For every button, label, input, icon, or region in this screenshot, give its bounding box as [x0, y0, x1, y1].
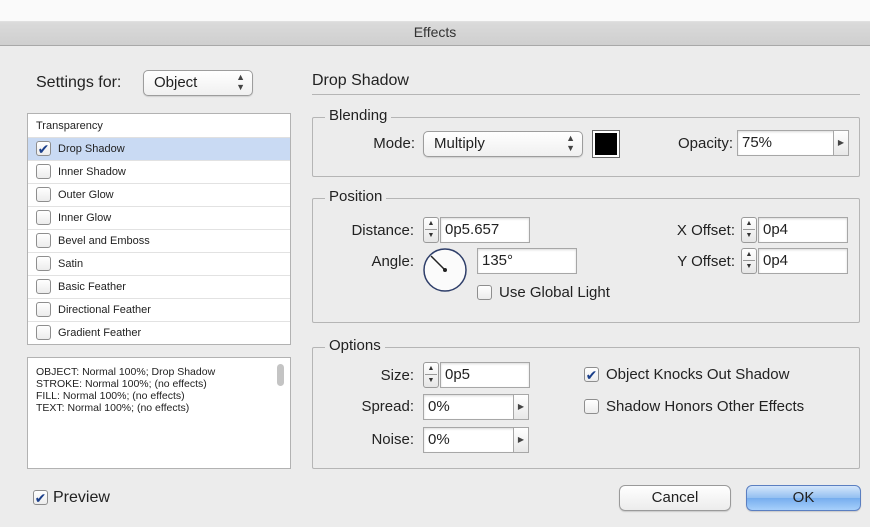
angle-field[interactable]: 135°	[477, 248, 577, 274]
list-item-label: Directional Feather	[58, 304, 151, 316]
options-title: Options	[325, 337, 385, 354]
list-item-satin[interactable]: Satin	[28, 253, 290, 276]
opacity-field[interactable]: 75% ▶	[737, 130, 849, 156]
checkbox-directional-feather[interactable]	[36, 302, 51, 317]
checkbox-inner-shadow[interactable]	[36, 164, 51, 179]
y-offset-stepper-icon[interactable]: ▲ ▼	[741, 248, 757, 274]
triangle-right-icon[interactable]: ▶	[513, 394, 529, 420]
size-label: Size:	[380, 367, 414, 384]
opacity-value: 75%	[742, 134, 773, 151]
x-offset-value: 0p4	[763, 221, 789, 238]
checkbox-gradient-feather[interactable]	[36, 325, 51, 340]
list-item-label: Bevel and Emboss	[58, 235, 150, 247]
distance-field[interactable]: 0p5.657	[440, 217, 530, 243]
position-title: Position	[325, 188, 387, 205]
list-item-label: Drop Shadow	[58, 143, 125, 155]
checkbox-drop-shadow[interactable]: ✔	[36, 141, 51, 156]
angle-value: 135°	[482, 252, 514, 269]
x-offset-field[interactable]: 0p4	[758, 217, 848, 243]
checkbox-outer-glow[interactable]	[36, 187, 51, 202]
list-item-label: Outer Glow	[58, 189, 114, 201]
honors-other-effects-label: Shadow Honors Other Effects	[606, 398, 805, 415]
blending-title: Blending	[325, 107, 392, 124]
y-offset-value: 0p4	[763, 252, 789, 269]
spread-label: Spread:	[361, 398, 414, 415]
list-item-inner-glow[interactable]: Inner Glow	[28, 207, 290, 230]
use-global-light-checkbox[interactable]	[477, 285, 492, 300]
use-global-light-label: Use Global Light	[499, 284, 610, 301]
checkmark-icon: ✔	[37, 141, 50, 157]
list-item-label: Inner Shadow	[58, 166, 126, 178]
x-offset-label: X Offset:	[676, 222, 735, 239]
checkbox-inner-glow[interactable]	[36, 210, 51, 225]
select-arrows-icon: ▲ ▼	[236, 72, 245, 92]
window-title: Effects	[413, 24, 457, 40]
blend-mode-select[interactable]: Multiply ▲ ▼	[423, 131, 583, 157]
effects-dialog: Effects Settings for: Object ▲ ▼ Transpar…	[0, 0, 870, 527]
list-item-label: Gradient Feather	[58, 327, 142, 339]
list-item-basic-feather[interactable]: Basic Feather	[28, 276, 290, 299]
spread-value: 0%	[428, 398, 450, 415]
summary-line: OBJECT: Normal 100%; Drop Shadow	[36, 366, 216, 378]
list-item-label: Inner Glow	[58, 212, 112, 224]
preview-label: Preview	[53, 489, 110, 506]
size-field[interactable]: 0p5	[440, 362, 530, 388]
size-stepper-icon[interactable]: ▲ ▼	[423, 362, 439, 388]
list-item-drop-shadow[interactable]: ✔ Drop Shadow	[28, 138, 290, 161]
summary-line: TEXT: Normal 100%; (no effects)	[36, 402, 190, 414]
list-item-inner-shadow[interactable]: Inner Shadow	[28, 161, 290, 184]
summary-scrollbar[interactable]	[277, 364, 284, 386]
spread-field[interactable]: 0% ▶	[423, 394, 529, 420]
checkmark-icon: ✔	[585, 367, 598, 383]
x-offset-stepper-icon[interactable]: ▲ ▼	[741, 217, 757, 243]
size-value: 0p5	[445, 366, 471, 383]
select-arrows-icon: ▲ ▼	[566, 133, 575, 153]
cancel-button[interactable]: Cancel	[619, 485, 731, 511]
checkmark-icon: ✔	[34, 490, 47, 506]
list-item-label: Basic Feather	[58, 281, 126, 293]
triangle-right-icon[interactable]: ▶	[833, 130, 849, 156]
knocks-out-shadow-label: Object Knocks Out Shadow	[606, 366, 790, 383]
title-bar-top	[0, 0, 870, 22]
ok-button[interactable]: OK	[746, 485, 861, 511]
shadow-color-swatch[interactable]	[592, 130, 620, 158]
y-offset-field[interactable]: 0p4	[758, 248, 848, 274]
list-item-bevel-and-emboss[interactable]: Bevel and Emboss	[28, 230, 290, 253]
list-item-gradient-feather[interactable]: Gradient Feather	[28, 322, 290, 345]
panel-title-divider	[312, 94, 860, 95]
blend-mode-value: Multiply	[434, 135, 485, 152]
summary-line: FILL: Normal 100%; (no effects)	[36, 390, 185, 402]
angle-label: Angle:	[371, 253, 414, 270]
list-item-outer-glow[interactable]: Outer Glow	[28, 184, 290, 207]
y-offset-label: Y Offset:	[677, 253, 735, 270]
distance-stepper-icon[interactable]: ▲ ▼	[423, 217, 439, 243]
list-header-transparency[interactable]: Transparency	[28, 114, 290, 138]
angle-dial-icon[interactable]	[421, 246, 469, 294]
effects-list: Transparency ✔ Drop Shadow Inner Shadow …	[27, 113, 291, 345]
settings-for-select[interactable]: Object ▲ ▼	[143, 70, 253, 96]
title-bar[interactable]: Effects	[0, 0, 870, 46]
honors-other-effects-checkbox[interactable]	[584, 399, 599, 414]
list-item-label: Satin	[58, 258, 84, 270]
distance-value: 0p5.657	[445, 221, 500, 238]
panel-title: Drop Shadow	[312, 72, 409, 89]
mode-label: Mode:	[373, 135, 415, 152]
triangle-right-icon[interactable]: ▶	[513, 427, 529, 453]
checkbox-basic-feather[interactable]	[36, 279, 51, 294]
settings-for-value: Object	[154, 74, 198, 91]
noise-field[interactable]: 0% ▶	[423, 427, 529, 453]
noise-value: 0%	[428, 431, 450, 448]
list-item-directional-feather[interactable]: Directional Feather	[28, 299, 290, 322]
preview-checkbox[interactable]: ✔	[33, 490, 48, 505]
effects-summary: OBJECT: Normal 100%; Drop Shadow STROKE:…	[27, 357, 291, 469]
distance-label: Distance:	[351, 222, 414, 239]
noise-label: Noise:	[371, 431, 414, 448]
settings-for-label: Settings for:	[36, 74, 122, 91]
checkbox-satin[interactable]	[36, 256, 51, 271]
opacity-label: Opacity:	[677, 135, 733, 152]
summary-line: STROKE: Normal 100%; (no effects)	[36, 378, 207, 390]
knocks-out-shadow-checkbox[interactable]: ✔	[584, 367, 599, 382]
checkbox-bevel-and-emboss[interactable]	[36, 233, 51, 248]
